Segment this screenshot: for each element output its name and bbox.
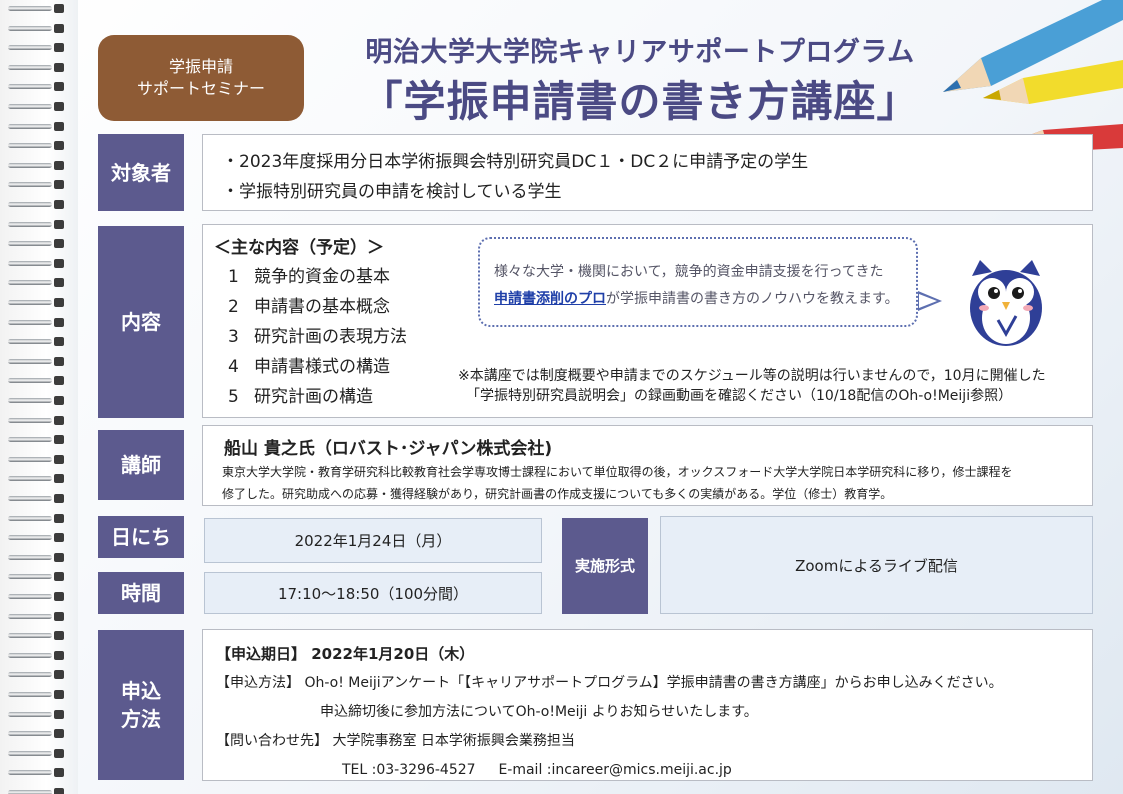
binding-ring [8, 356, 70, 366]
target-list: ・2023年度採用分日本学術振興会特別研究員DC１・DC２に申請予定の学生 ・学… [222, 147, 808, 207]
binding-ring [8, 670, 70, 680]
binding-ring [8, 690, 70, 699]
binding-ring [8, 533, 70, 543]
badge-line-1: 学振申請 [168, 57, 233, 76]
owl-mascot-icon [970, 260, 1042, 346]
time-value: 17:10～18:50（100分間） [204, 572, 542, 614]
binding-ring [8, 709, 70, 719]
apply-method: 【申込方法】 Oh-o! Meijiアンケート「【キャリアサポートプログラム】学… [216, 675, 1003, 691]
binding-ring [8, 4, 70, 13]
binding-ring [8, 494, 70, 503]
binding-ring [8, 454, 70, 464]
lecturer-bio: 東京大学大学院・教育学研究科比較教育社会学専攻博士課程において単位取得の後，オッ… [222, 465, 1013, 501]
binding-ring [8, 278, 70, 288]
binding-ring [8, 788, 70, 794]
list-item: 1 競争的資金の基本 [228, 267, 390, 287]
format-value: Zoomによるライブ配信 [660, 516, 1093, 614]
binding-ring [8, 396, 70, 405]
apply-deadline: 【申込期日】 2022年1月20日（木） [216, 645, 475, 663]
bubble-line-2: 申請書添削のプロが学振申請書の書き方のノウハウを教えます。 [494, 291, 899, 307]
binding-ring [8, 258, 70, 268]
binding-ring [8, 572, 70, 582]
list-item: 4 申請書様式の構造 [228, 357, 390, 377]
apply-details: 【申込期日】 2022年1月20日（木） 【申込方法】 Oh-o! Meijiア… [216, 640, 1003, 785]
binding-ring [8, 62, 70, 72]
binding-ring [8, 239, 70, 249]
list-item: 3 研究計画の表現方法 [228, 327, 407, 347]
target-line: ・2023年度採用分日本学術振興会特別研究員DC１・DC２に申請予定の学生 [222, 152, 809, 172]
content-list: 1 競争的資金の基本 2 申請書の基本概念 3 研究計画の表現方法 4 申請書様式の構造… [228, 262, 407, 412]
date-value: 2022年1月24日（月） [204, 518, 542, 563]
format-label: 実施形式 [562, 518, 648, 614]
speech-bubble: 様々な大学・機関において，競争的資金申請支援を行ってきた 申請書添削のプロが学振… [478, 237, 942, 327]
binding-ring [8, 317, 70, 327]
apply-label: 申込 方法 [98, 630, 184, 780]
binding-ring [8, 82, 70, 92]
spiral-binding [0, 0, 78, 794]
target-line: ・学振特別研究員の申請を検討している学生 [222, 182, 562, 202]
binding-ring [8, 631, 70, 641]
binding-ring [8, 415, 70, 425]
binding-ring [8, 650, 70, 660]
date-label: 日にち [98, 516, 184, 558]
apply-contact-details: TEL :03-3296-4527 E-mail :incareer@mics.… [342, 762, 732, 778]
binding-ring [8, 337, 70, 347]
apply-contact: 【問い合わせ先】 大学院事務室 日本学術振興会業務担当 [216, 733, 575, 749]
binding-ring [8, 552, 70, 562]
binding-ring [8, 102, 70, 111]
list-item: 2 申請書の基本概念 [228, 297, 390, 317]
binding-ring [8, 376, 70, 386]
note-line-2: 「学振特別研究員説明会」の録画動画を確認ください（10/18配信のOh-o!Me… [466, 388, 1013, 404]
bubble-highlight: 申請書添削のプロ [494, 291, 606, 307]
badge-line-2: サポートセミナー [136, 79, 265, 98]
lecturer-label: 講師 [98, 430, 184, 500]
binding-ring [8, 200, 70, 209]
binding-ring [8, 748, 70, 758]
time-label: 時間 [98, 572, 184, 614]
binding-ring [8, 513, 70, 523]
content-label: 内容 [98, 226, 184, 418]
list-item: 5 研究計画の構造 [228, 387, 373, 407]
binding-ring [8, 23, 70, 33]
binding-ring [8, 141, 70, 151]
program-subtitle: 明治大学大学院キャリアサポートプログラム [365, 37, 915, 68]
binding-ring [8, 121, 70, 131]
binding-ring [8, 729, 70, 739]
binding-ring [8, 219, 70, 229]
binding-ring [8, 768, 70, 778]
apply-method-note: 申込締切後に参加方法についてOh-o!Meiji よりお知らせいたします。 [320, 704, 758, 720]
bubble-line-1: 様々な大学・機関において，競争的資金申請支援を行ってきた [494, 264, 884, 280]
lecturer-name: 船山 貴之氏（ロバスト･ジャパン株式会社) [224, 439, 553, 459]
content-heading: ＜主な内容（予定）＞ [214, 238, 384, 258]
binding-ring [8, 160, 70, 170]
seminar-badge: 学振申請 サポートセミナー [98, 35, 304, 121]
binding-ring [8, 474, 70, 484]
binding-ring [8, 611, 70, 621]
target-label: 対象者 [98, 134, 184, 211]
content-note: ※本講座では制度概要や申請までのスケジュール等の説明は行いませんので，10月に開… [458, 366, 1046, 406]
binding-ring [8, 435, 70, 445]
page-title: 「学振申請書の書き方講座」 [360, 77, 920, 126]
binding-ring [8, 592, 70, 601]
note-line-1: ※本講座では制度概要や申請までのスケジュール等の説明は行いませんので，10月に開… [458, 368, 1046, 384]
binding-ring [8, 43, 70, 53]
binding-ring [8, 180, 70, 190]
binding-ring [8, 298, 70, 307]
